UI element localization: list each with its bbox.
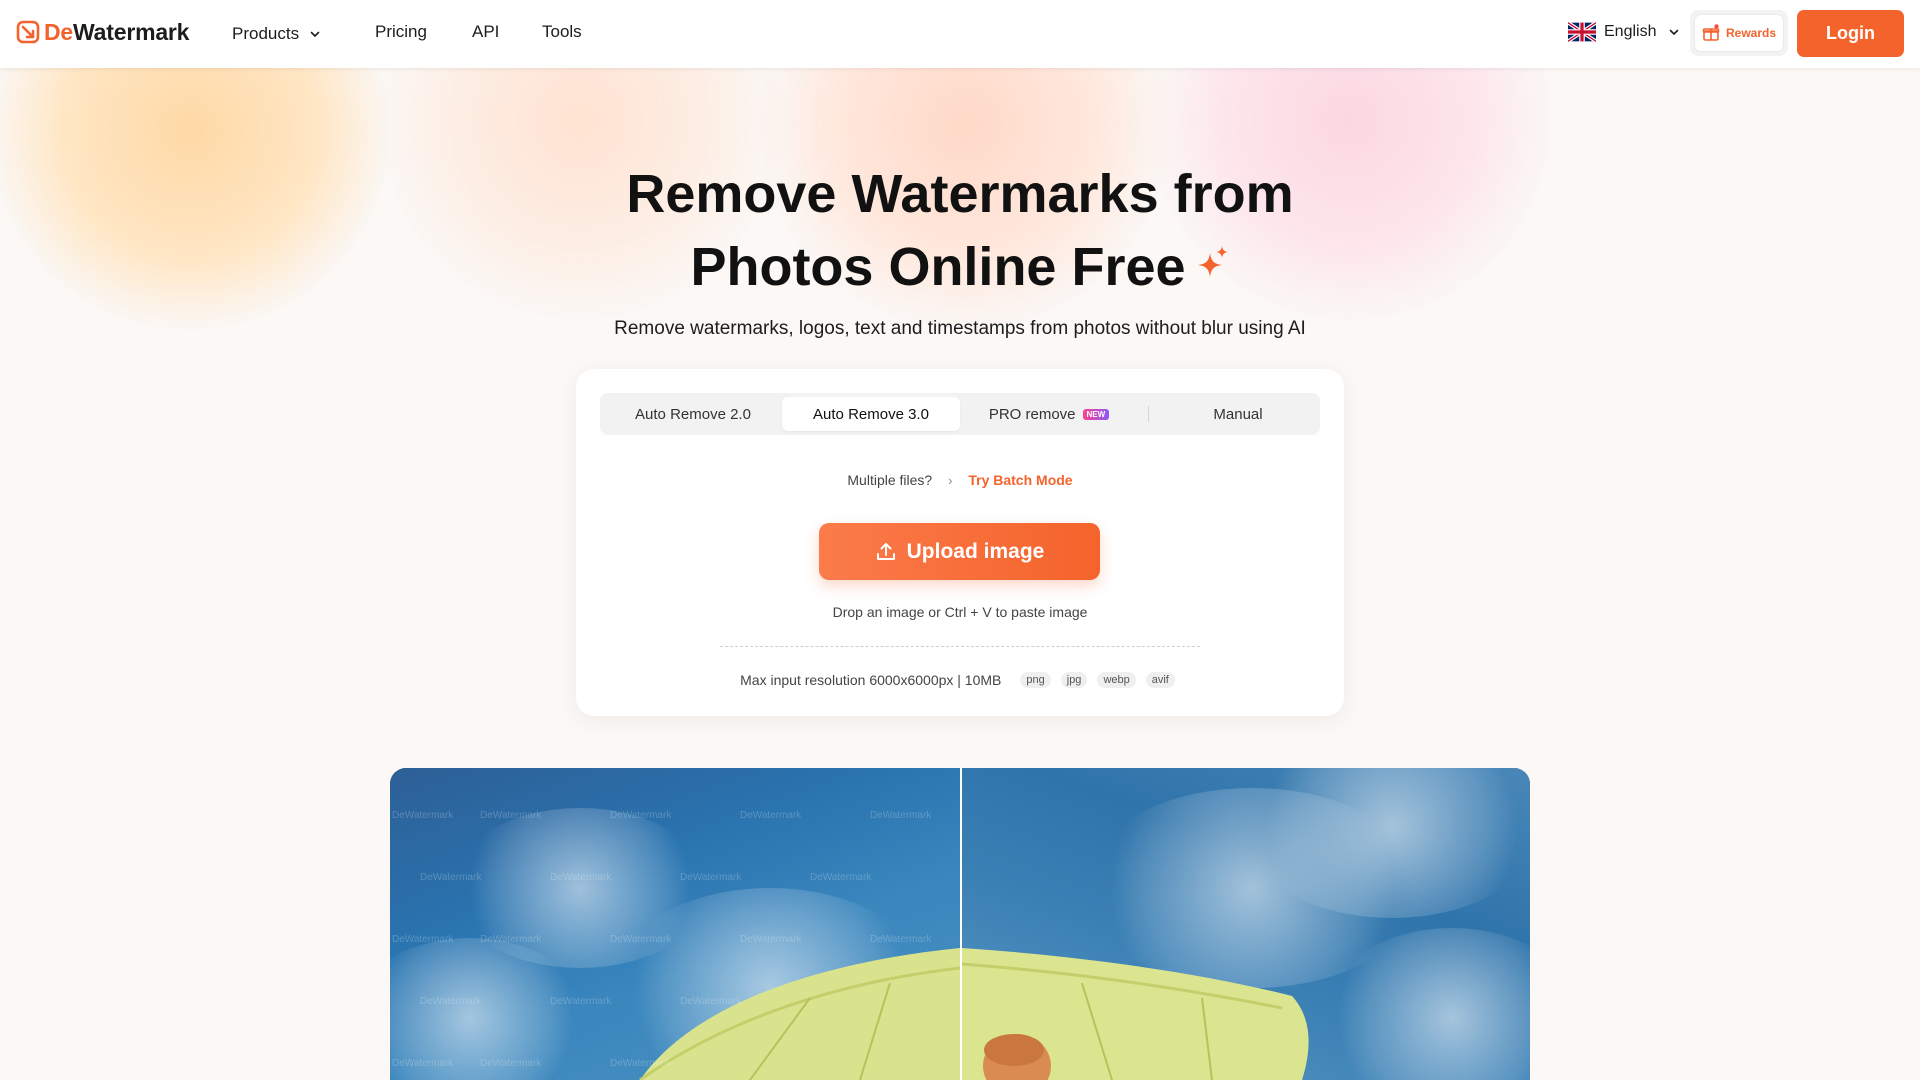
new-badge: NEW <box>1082 408 1110 420</box>
batch-question: Multiple files? <box>847 472 933 488</box>
brand-logo[interactable]: De Watermark <box>16 18 190 46</box>
language-label: English <box>1604 23 1657 40</box>
chevron-right-icon: › <box>948 473 953 488</box>
format-badge-jpg: jpg <box>1060 672 1088 688</box>
page-subtitle: Remove watermarks, logos, text and times… <box>614 318 1306 339</box>
language-selector[interactable]: English <box>1568 22 1680 42</box>
format-badge-webp: webp <box>1097 672 1136 688</box>
limits-text: Max input resolution 6000x6000px | 10MB <box>740 672 1002 688</box>
rewards-inner: Rewards <box>1695 15 1783 51</box>
upload-card: Auto Remove 2.0 Auto Remove 3.0 PRO remo… <box>576 369 1344 716</box>
dashed-divider <box>720 646 1200 647</box>
compare-slider-handle[interactable] <box>960 768 962 1080</box>
chevron-down-icon <box>310 31 320 37</box>
mode-tabs: Auto Remove 2.0 Auto Remove 3.0 PRO remo… <box>600 393 1320 435</box>
upload-icon <box>876 542 895 560</box>
nav-products-label: Products <box>232 24 300 43</box>
nav-tools[interactable]: Tools <box>542 22 582 42</box>
page-title: Remove Watermarks from Photos Online Fre… <box>0 158 1920 304</box>
umbrella-graphic <box>962 948 1309 1080</box>
top-navbar: De Watermark Products Pricing API Tools E… <box>0 0 1920 68</box>
tab-pro-remove-label: PRO remove <box>988 405 1076 423</box>
nav-products[interactable]: Products <box>232 24 321 44</box>
gift-icon <box>1702 24 1720 41</box>
upload-button-label: Upload image <box>906 539 1045 563</box>
brand-name: De Watermark <box>44 18 190 45</box>
batch-mode-link[interactable]: Try Batch Mode <box>968 472 1072 488</box>
sparkle-icon <box>1197 246 1228 277</box>
rewards-button[interactable]: Rewards <box>1690 10 1788 56</box>
upload-image-button[interactable]: Upload image <box>819 523 1100 580</box>
title-line-1: Remove Watermarks from <box>626 164 1294 224</box>
drop-hint: Drop an image or Ctrl + V to paste image <box>832 604 1088 620</box>
login-button[interactable]: Login <box>1797 10 1904 57</box>
tab-divider <box>1148 406 1149 422</box>
batch-mode-row: Multiple files? › Try Batch Mode <box>576 472 1344 488</box>
nav-api[interactable]: API <box>472 22 499 42</box>
before-image: DeWatermark DeWatermark DeWatermark DeWa… <box>390 768 960 1080</box>
nav-pricing[interactable]: Pricing <box>375 22 427 42</box>
watermark-overlay: DeWatermark DeWatermark DeWatermark DeWa… <box>392 810 932 1069</box>
logo-icon <box>16 20 40 44</box>
tab-auto-remove-2[interactable]: Auto Remove 2.0 <box>604 397 782 431</box>
after-image <box>962 768 1530 1080</box>
before-after-preview[interactable]: DeWatermark DeWatermark DeWatermark DeWa… <box>390 768 1530 1080</box>
tab-auto-remove-3[interactable]: Auto Remove 3.0 <box>782 397 960 431</box>
title-line-2: Photos Online Free <box>0 231 1920 304</box>
chevron-down-icon <box>1670 29 1679 35</box>
tab-pro-remove[interactable]: PRO remove NEW <box>960 397 1138 431</box>
rewards-label: Rewards <box>1725 26 1777 40</box>
format-badge-png: png <box>1020 672 1051 688</box>
upload-limits: Max input resolution 6000x6000px | 10MB … <box>576 672 1344 688</box>
format-badge-avif: avif <box>1145 672 1175 688</box>
tab-manual[interactable]: Manual <box>1160 397 1316 431</box>
uk-flag-icon <box>1568 22 1596 42</box>
